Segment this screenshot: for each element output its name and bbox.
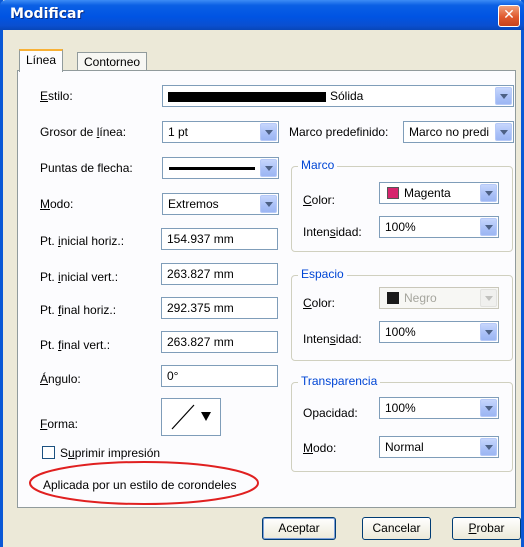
chevron-down-icon[interactable]: [260, 159, 277, 177]
gap-group-title: Espacio: [298, 267, 347, 281]
chevron-down-icon[interactable]: [260, 195, 277, 213]
line-weight-select[interactable]: 1 pt: [162, 121, 279, 143]
chevron-down-icon[interactable]: [480, 438, 497, 456]
modify-dialog: Modificar ✕ Línea Contorneo Estilo: Sóli…: [0, 0, 524, 547]
chevron-down-icon[interactable]: [495, 123, 512, 141]
close-icon[interactable]: ✕: [498, 5, 520, 27]
gap-color-label: Color:: [303, 296, 336, 310]
preset-frame-label: Marco predefinido:: [289, 125, 389, 139]
line-style-preview: [168, 91, 326, 102]
preview-button[interactable]: Probar: [452, 517, 521, 540]
angle-input[interactable]: 0°: [161, 365, 278, 387]
blend-mode-select[interactable]: Normal: [379, 436, 499, 458]
frame-intensity-value: 100%: [385, 220, 416, 234]
magenta-swatch: [387, 187, 399, 199]
transparency-group: [291, 382, 513, 472]
gap-intensity-label: Intensidad:: [303, 332, 362, 346]
shape-button[interactable]: [161, 398, 221, 436]
frame-color-value: Magenta: [404, 186, 451, 200]
line-weight-label: Grosor de línea:: [40, 125, 127, 139]
arrowheads-label: Puntas de flecha:: [40, 161, 133, 175]
blend-mode-value: Normal: [385, 440, 424, 454]
end-v-input[interactable]: 263.827 mm: [161, 331, 278, 353]
tab-contorneo[interactable]: Contorneo: [77, 52, 148, 72]
end-h-input[interactable]: 292.375 mm: [161, 297, 278, 319]
gap-intensity-select[interactable]: 100%: [379, 321, 499, 343]
gap-color-select[interactable]: Negro: [379, 287, 499, 309]
black-swatch: [387, 292, 399, 304]
opacity-label: Opacidad:: [303, 406, 358, 420]
chevron-down-icon[interactable]: [480, 184, 497, 202]
line-style-select[interactable]: Sólida: [162, 85, 514, 107]
gap-intensity-value: 100%: [385, 325, 416, 339]
mode-value: Extremos: [168, 197, 219, 211]
title-bar[interactable]: Modificar ✕: [0, 0, 524, 30]
opacity-select[interactable]: 100%: [379, 397, 499, 419]
preset-frame-select[interactable]: Marco no predi: [403, 121, 514, 143]
frame-color-label: Color:: [303, 193, 336, 207]
mode-select[interactable]: Extremos: [162, 193, 279, 215]
end-h-label: Pt. final horiz.:: [40, 303, 117, 317]
transparency-group-title: Transparencia: [298, 374, 381, 388]
opacity-value: 100%: [385, 401, 416, 415]
annotation-ellipse: [29, 461, 259, 505]
line-shape-icon: [171, 404, 211, 430]
chevron-down-icon[interactable]: [480, 399, 497, 417]
mode-label: Modo:: [40, 197, 74, 211]
window-title: Modificar: [10, 6, 84, 22]
frame-group-title: Marco: [298, 158, 338, 172]
start-h-label: Pt. inicial horiz.:: [40, 234, 125, 248]
frame-intensity-label: Intensidad:: [303, 225, 362, 239]
arrowheads-select[interactable]: [162, 157, 279, 179]
accept-button[interactable]: Aceptar: [262, 517, 336, 540]
preset-frame-value: Marco no predi: [409, 125, 490, 139]
frame-intensity-select[interactable]: 100%: [379, 216, 499, 238]
cancel-button[interactable]: Cancelar: [362, 517, 431, 540]
chevron-down-icon[interactable]: [480, 218, 497, 236]
line-weight-value: 1 pt: [168, 125, 189, 139]
frame-color-select[interactable]: Magenta: [379, 182, 499, 204]
start-h-input[interactable]: 154.937 mm: [161, 228, 278, 250]
line-style-value: Sólida: [330, 89, 364, 103]
start-v-label: Pt. inicial vert.:: [40, 270, 119, 284]
arrowheads-preview: [169, 167, 255, 170]
angle-label: Ángulo:: [40, 372, 81, 386]
start-v-input[interactable]: 263.827 mm: [161, 263, 278, 285]
chevron-down-icon[interactable]: [480, 289, 497, 307]
frame-group: [291, 166, 513, 252]
tab-linea[interactable]: Línea: [19, 49, 64, 72]
gap-color-value: Negro: [404, 291, 437, 305]
end-v-label: Pt. final vert.:: [40, 338, 111, 352]
chevron-down-icon[interactable]: [260, 123, 277, 141]
blend-mode-label: Modo:: [303, 441, 337, 455]
style-label: Estilo:: [40, 89, 73, 103]
shape-label: Forma:: [40, 417, 79, 431]
chevron-down-icon[interactable]: [495, 87, 512, 105]
chevron-down-icon[interactable]: [480, 323, 497, 341]
